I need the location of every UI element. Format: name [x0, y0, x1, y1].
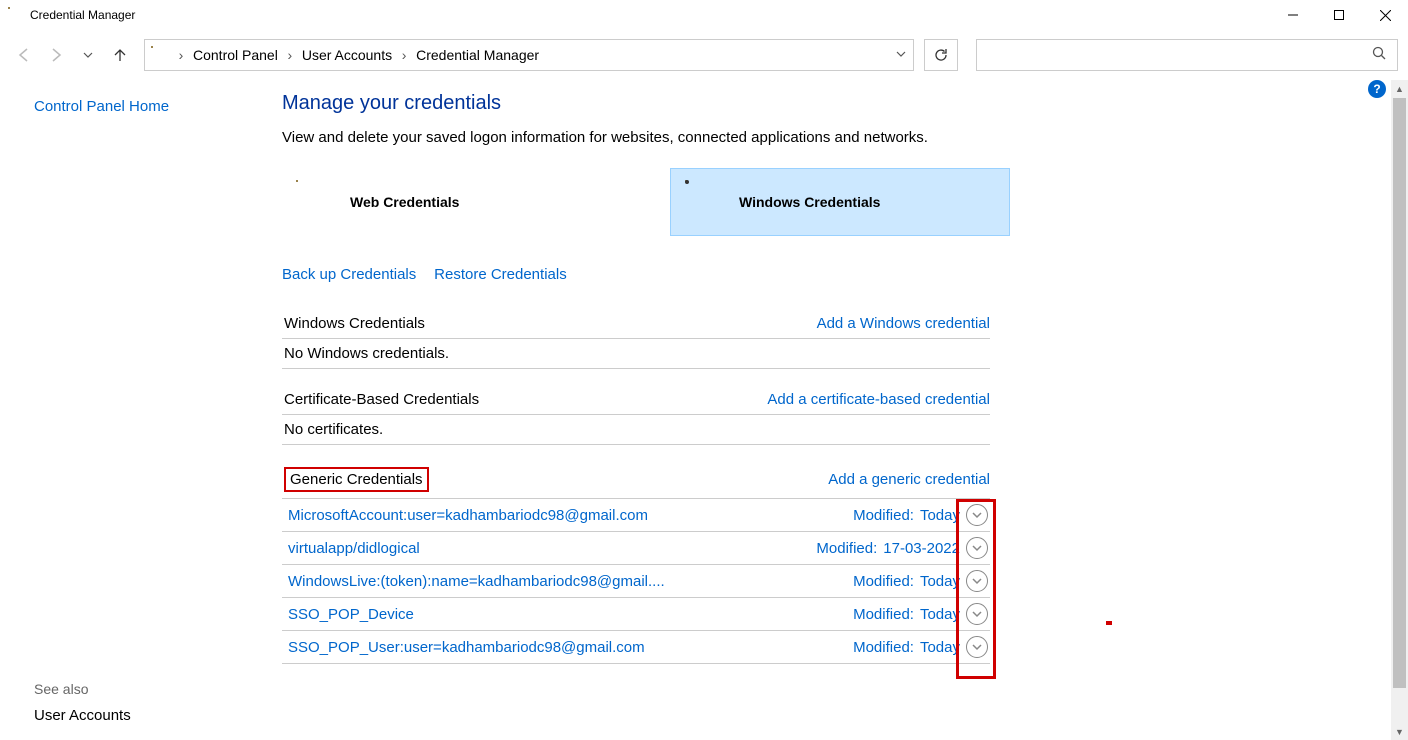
windows-cred-empty: No Windows credentials. — [282, 339, 990, 369]
page-subtitle: View and delete your saved logon informa… — [282, 129, 1408, 146]
web-credentials-label: Web Credentials — [350, 194, 459, 210]
credential-row[interactable]: WindowsLive:(token):name=kadhambariodc98… — [282, 565, 990, 598]
modified-label: Modified: — [853, 639, 914, 656]
expand-button[interactable] — [966, 636, 988, 658]
cert-cred-title: Certificate-Based Credentials — [284, 391, 479, 408]
recent-dropdown[interactable] — [74, 41, 102, 69]
credential-row[interactable]: SSO_POP_DeviceModified: Today — [282, 598, 990, 631]
control-panel-home-link[interactable]: Control Panel Home — [34, 98, 240, 115]
breadcrumb-icon — [151, 46, 169, 64]
search-box[interactable] — [976, 39, 1398, 71]
help-icon[interactable]: ? — [1368, 80, 1386, 98]
breadcrumb-dropdown[interactable] — [895, 47, 907, 63]
restore-credentials-link[interactable]: Restore Credentials — [434, 266, 567, 283]
credential-row[interactable]: SSO_POP_User:user=kadhambariodc98@gmail.… — [282, 631, 990, 664]
generic-cred-title: Generic Credentials — [284, 467, 429, 492]
windows-credentials-icon — [685, 180, 729, 224]
modified-label: Modified: — [853, 606, 914, 623]
page-heading: Manage your credentials — [282, 92, 1408, 115]
windows-credentials-tile[interactable]: Windows Credentials — [670, 168, 1010, 236]
credential-name[interactable]: WindowsLive:(token):name=kadhambariodc98… — [288, 573, 853, 590]
modified-label: Modified: — [853, 507, 914, 524]
annotation-dot — [1106, 621, 1112, 625]
user-accounts-link[interactable]: User Accounts — [34, 707, 240, 724]
windows-cred-title: Windows Credentials — [284, 315, 425, 332]
scroll-down-arrow[interactable]: ▼ — [1391, 723, 1408, 740]
backup-credentials-link[interactable]: Back up Credentials — [282, 266, 416, 283]
up-button[interactable] — [106, 41, 134, 69]
forward-button[interactable] — [42, 41, 70, 69]
windows-credentials-label: Windows Credentials — [739, 194, 880, 210]
add-windows-cred-link[interactable]: Add a Windows credential — [817, 315, 990, 332]
breadcrumb[interactable]: › Control Panel › User Accounts › Creden… — [144, 39, 914, 71]
credential-name[interactable]: SSO_POP_User:user=kadhambariodc98@gmail.… — [288, 639, 853, 656]
close-button[interactable] — [1362, 0, 1408, 30]
add-generic-cred-link[interactable]: Add a generic credential — [828, 471, 990, 488]
scroll-thumb[interactable] — [1393, 98, 1406, 688]
search-icon — [1372, 46, 1387, 64]
toolbar: › Control Panel › User Accounts › Creden… — [0, 30, 1408, 80]
scroll-up-arrow[interactable]: ▲ — [1391, 80, 1408, 97]
app-icon — [8, 7, 24, 23]
modified-label: Modified: — [853, 573, 914, 590]
minimize-button[interactable] — [1270, 0, 1316, 30]
titlebar: Credential Manager — [0, 0, 1408, 30]
back-button[interactable] — [10, 41, 38, 69]
expand-button[interactable] — [966, 570, 988, 592]
modified-value: Today — [920, 606, 960, 623]
modified-value: Today — [920, 639, 960, 656]
window-title: Credential Manager — [30, 8, 135, 22]
vertical-scrollbar[interactable]: ▲ ▼ — [1391, 80, 1408, 740]
expand-button[interactable] — [966, 603, 988, 625]
chevron-right-icon[interactable]: › — [284, 47, 296, 63]
add-cert-cred-link[interactable]: Add a certificate-based credential — [767, 391, 990, 408]
modified-value: Today — [920, 573, 960, 590]
expand-button[interactable] — [966, 537, 988, 559]
refresh-button[interactable] — [924, 39, 958, 71]
sidebar: Control Panel Home See also User Account… — [0, 80, 240, 740]
credential-row[interactable]: MicrosoftAccount:user=kadhambariodc98@gm… — [282, 499, 990, 532]
maximize-button[interactable] — [1316, 0, 1362, 30]
web-credentials-tile[interactable]: Web Credentials — [282, 168, 622, 236]
cert-cred-empty: No certificates. — [282, 415, 990, 445]
modified-value: 17-03-2022 — [883, 540, 960, 557]
modified-value: Today — [920, 507, 960, 524]
credential-name[interactable]: SSO_POP_Device — [288, 606, 853, 623]
expand-button[interactable] — [966, 504, 988, 526]
breadcrumb-item[interactable]: Control Panel — [193, 47, 278, 63]
modified-label: Modified: — [816, 540, 877, 557]
breadcrumb-item[interactable]: Credential Manager — [416, 47, 539, 63]
chevron-right-icon[interactable]: › — [398, 47, 410, 63]
breadcrumb-item[interactable]: User Accounts — [302, 47, 392, 63]
credential-name[interactable]: virtualapp/didlogical — [288, 540, 816, 557]
credential-name[interactable]: MicrosoftAccount:user=kadhambariodc98@gm… — [288, 507, 853, 524]
main-content: Manage your credentials View and delete … — [240, 80, 1408, 740]
see-also-heading: See also — [34, 681, 240, 697]
chevron-right-icon[interactable]: › — [175, 47, 187, 63]
credential-row[interactable]: virtualapp/didlogicalModified: 17-03-2022 — [282, 532, 990, 565]
web-credentials-icon — [296, 180, 340, 224]
